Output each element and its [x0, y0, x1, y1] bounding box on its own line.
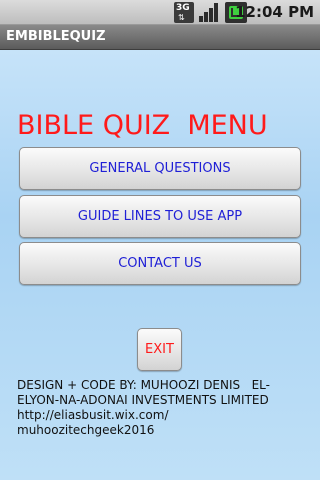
credits-line-4: muhoozitechgeek2016	[17, 423, 155, 437]
network-type-label: 3G	[176, 3, 190, 13]
status-bar: 3G ⇅ 12:04 PM	[0, 0, 320, 25]
credits-line-1: DESIGN + CODE BY: MUHOOZI DENIS EL-	[17, 378, 270, 392]
signal-icon	[199, 3, 218, 22]
status-time: 12:04 PM	[235, 3, 314, 21]
3g-icon: 3G ⇅	[174, 2, 194, 23]
credits-line-2: ELYON-NA-ADONAI INVESTMENTS LIMITED	[17, 393, 269, 407]
menu-heading: BIBLE QUIZ MENU	[17, 110, 268, 141]
contact-us-button[interactable]: CONTACT US	[19, 242, 301, 285]
general-questions-button[interactable]: GENERAL QUESTIONS	[19, 147, 301, 190]
credits-text: DESIGN + CODE BY: MUHOOZI DENIS EL- ELYO…	[17, 378, 307, 438]
credits-line-3: http://eliasbusit.wix.com/	[17, 408, 169, 422]
guide-lines-button[interactable]: GUIDE LINES TO USE APP	[19, 195, 301, 238]
exit-button[interactable]: EXIT	[137, 328, 182, 371]
app-title: EMBIBLEQUIZ	[6, 29, 106, 44]
title-bar: EMBIBLEQUIZ	[0, 25, 320, 50]
data-arrows-icon: ⇅	[178, 13, 185, 22]
